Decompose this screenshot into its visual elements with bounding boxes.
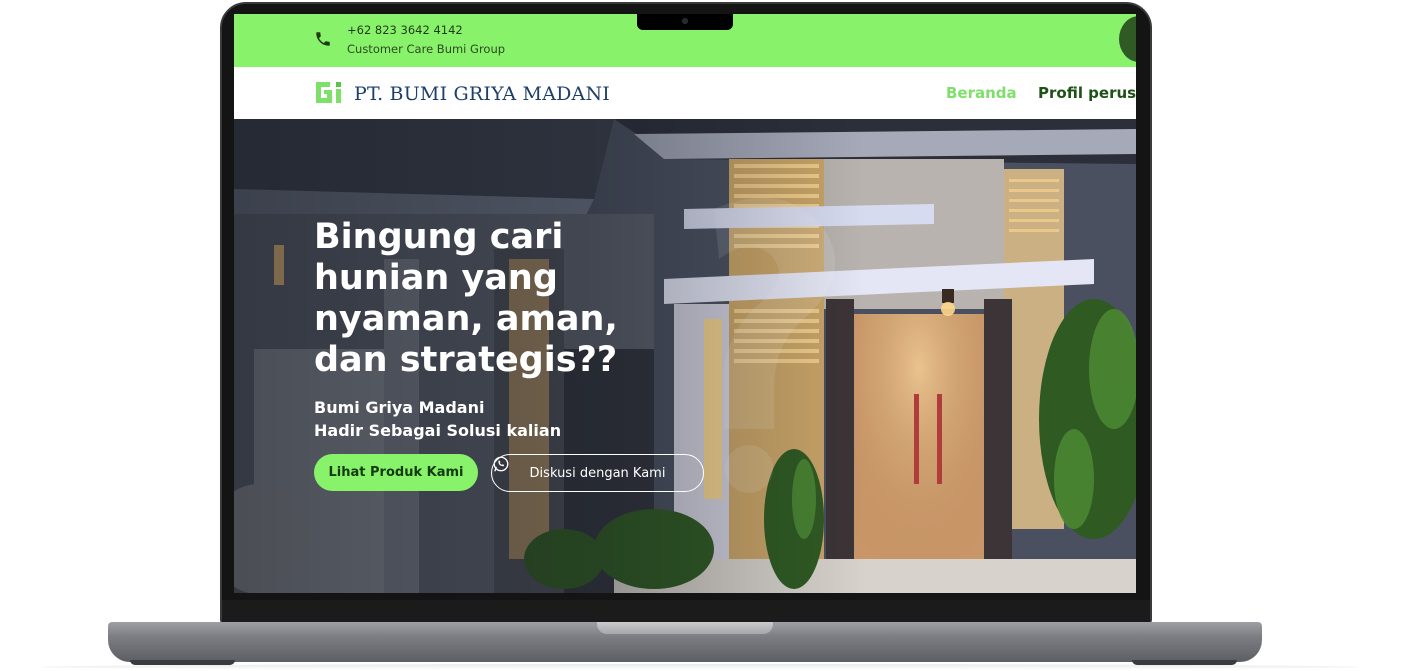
hero-section: Bingung cari hunian yang nyaman, aman, d… xyxy=(234,119,1136,593)
nav-item-profil-perusahaan[interactable]: Profil perusa xyxy=(1038,84,1136,102)
nav-item-beranda[interactable]: Beranda xyxy=(946,84,1017,102)
laptop-mockup: +62 823 3642 4142 Customer Care Bumi Gro… xyxy=(0,0,1401,671)
hero-subline-company: Bumi Griya Madani xyxy=(314,398,485,417)
logo-icon[interactable] xyxy=(314,79,348,105)
phone-number[interactable]: +62 823 3642 4142 xyxy=(347,23,463,37)
hero-subline-tagline: Hadir Sebagai Solusi kalian xyxy=(314,421,562,440)
whatsapp-icon xyxy=(493,456,509,472)
navbar: PT. BUMI GRIYA MADANI Beranda Profil per… xyxy=(234,67,1136,119)
corner-decoration xyxy=(1119,16,1136,62)
phone-icon[interactable] xyxy=(314,30,332,48)
hero-subline: Bumi Griya Madani Hadir Sebagai Solusi k… xyxy=(314,396,561,442)
camera-icon xyxy=(682,18,688,24)
laptop-chin xyxy=(222,600,1150,622)
phone-caption: Customer Care Bumi Group xyxy=(347,42,506,56)
hero-headline: Bingung cari hunian yang nyaman, aman, d… xyxy=(314,217,618,380)
logo-text[interactable]: PT. BUMI GRIYA MADANI xyxy=(354,83,610,105)
discuss-button-label: Diskusi dengan Kami xyxy=(529,465,666,481)
camera-notch xyxy=(637,14,733,30)
laptop-foot-left xyxy=(130,660,235,665)
view-products-button[interactable]: Lihat Produk Kami xyxy=(314,454,478,491)
laptop-base-groove xyxy=(597,622,773,634)
laptop-foot-right xyxy=(1132,660,1237,665)
discuss-whatsapp-button[interactable]: Diskusi dengan Kami xyxy=(491,454,704,492)
website-screen: +62 823 3642 4142 Customer Care Bumi Gro… xyxy=(234,14,1136,593)
